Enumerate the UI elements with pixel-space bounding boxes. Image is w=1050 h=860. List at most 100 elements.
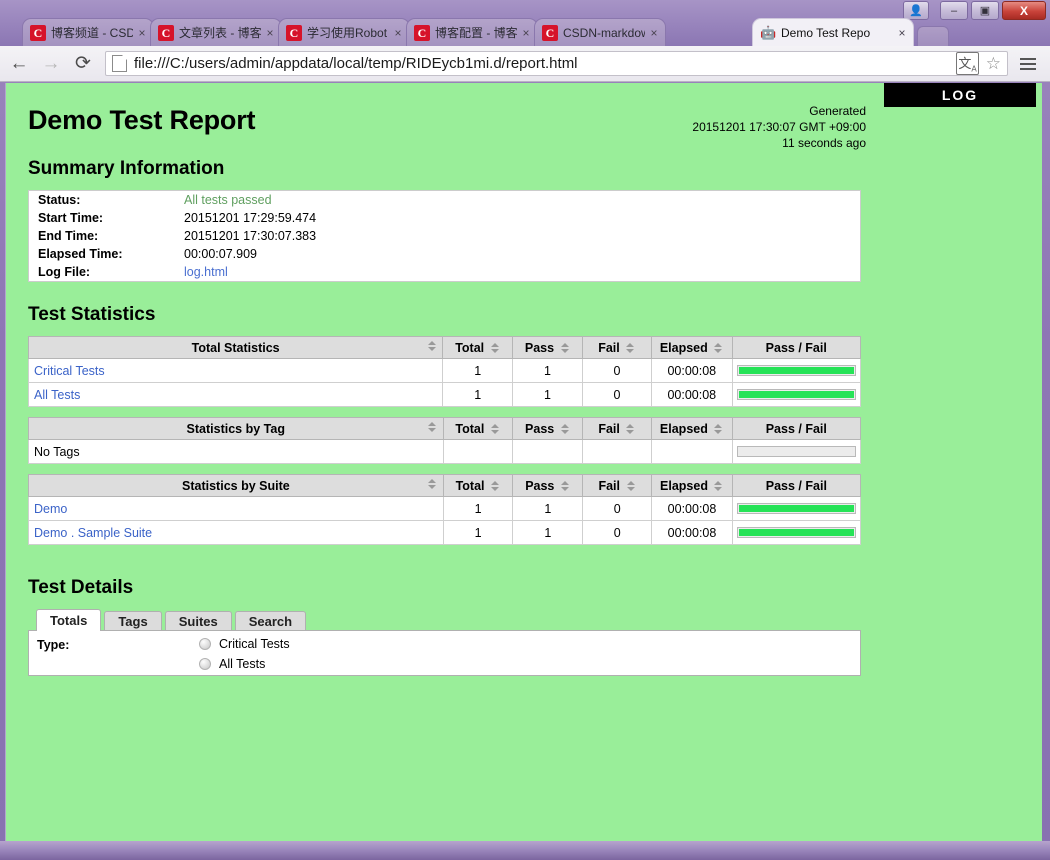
sort-arrows-icon[interactable] — [427, 479, 438, 489]
radio-option-all-tests[interactable]: All Tests — [199, 657, 265, 671]
browser-tab-0[interactable]: C 博客频道 - CSDN× — [22, 18, 154, 46]
column-header-fail[interactable]: Fail — [581, 336, 653, 359]
star-icon[interactable]: ☆ — [986, 54, 1001, 74]
stat-name-link[interactable]: Demo . Sample Suite — [34, 526, 152, 540]
close-button[interactable]: X — [1002, 1, 1046, 20]
sort-arrows-icon[interactable] — [559, 343, 570, 354]
details-tab-tags[interactable]: Tags — [104, 611, 162, 631]
tab-close-icon[interactable]: × — [519, 26, 533, 40]
csdn-favicon: C — [414, 24, 430, 41]
browser-window: C博客频道 - CSDN×C文章列表 - 博客频×C学习使用Robot F×C博… — [0, 0, 1050, 860]
statistics-table: Total Statistics Total Pass Fail Elapsed Pass… — [27, 336, 861, 407]
maximize-button[interactable]: ▣ — [971, 1, 999, 20]
column-header-pass[interactable]: Pass — [512, 417, 584, 440]
column-header-pass-label: Pass — [525, 421, 555, 436]
page-viewport: LOG Generated 20151201 17:30:07 GMT +09:… — [5, 83, 1042, 841]
forward-arrow-icon[interactable]: → — [38, 51, 64, 77]
stat-name-cell: No Tags — [28, 439, 444, 464]
column-header-name[interactable]: Total Statistics — [27, 336, 444, 359]
column-header-pass-label: Pass — [525, 478, 555, 493]
column-header-total[interactable]: Total — [442, 417, 514, 440]
column-header-fail[interactable]: Fail — [582, 417, 653, 440]
tab-close-icon[interactable]: × — [391, 26, 405, 40]
pass-fail-bar — [736, 389, 856, 400]
browser-tab-3[interactable]: C 博客配置 - 博客频× — [406, 18, 538, 46]
sort-arrows-icon[interactable] — [625, 343, 636, 354]
stat-name-cell[interactable]: Demo — [28, 496, 444, 521]
tab-close-icon[interactable]: × — [263, 26, 277, 40]
details-heading: Test Details — [28, 577, 134, 598]
stat-name-cell[interactable]: Demo . Sample Suite — [28, 520, 444, 545]
column-header-name[interactable]: Statistics by Tag — [28, 417, 444, 440]
column-header-elapsed-label: Elapsed — [659, 340, 708, 355]
column-header-elapsed[interactable]: Elapsed — [651, 474, 733, 497]
details-tab-panel: Type: Critical Tests All Tests — [28, 630, 861, 676]
back-arrow-icon[interactable]: ← — [6, 51, 32, 77]
details-tab-totals[interactable]: Totals — [36, 609, 102, 631]
stat-pass-cell: 1 — [512, 382, 583, 407]
stat-pass-cell: 1 — [512, 496, 584, 521]
sort-arrows-icon[interactable] — [426, 341, 437, 351]
browser-tab-5[interactable]: 🤖 Demo Test Repo × — [752, 18, 914, 46]
stat-name-link[interactable]: All Tests — [34, 388, 80, 402]
browser-tab-2[interactable]: C 学习使用Robot F × — [278, 18, 410, 46]
summary-key: End Time: — [38, 229, 99, 243]
table-header-row: Statistics by Suite Total Pass Fail Elapsed P… — [28, 474, 862, 497]
hamburger-menu-icon[interactable] — [1014, 51, 1042, 77]
column-header-elapsed[interactable]: Elapsed — [651, 417, 733, 440]
stat-name-link[interactable]: Critical Tests — [34, 364, 105, 378]
user-profile-icon[interactable]: 👤 — [903, 1, 929, 20]
stat-elapsed-cell: 00:00:08 — [651, 382, 733, 407]
column-header-total[interactable]: Total — [442, 336, 514, 359]
sort-arrows-icon[interactable] — [559, 481, 570, 492]
column-header-pass[interactable]: Pass — [512, 336, 583, 359]
stat-name-link[interactable]: Demo — [34, 502, 67, 516]
statistics-table: Statistics by Tag Total Pass Fail Elapsed Pas… — [28, 417, 862, 464]
stat-name-cell[interactable]: Critical Tests — [27, 358, 444, 383]
translate-icon[interactable]: 文A — [956, 52, 979, 75]
sort-arrows-icon[interactable] — [713, 424, 724, 435]
details-tab-search[interactable]: Search — [234, 611, 307, 631]
browser-tab-1[interactable]: C 文章列表 - 博客频× — [150, 18, 282, 46]
radio-button-all-tests[interactable] — [199, 658, 211, 670]
sort-arrows-icon[interactable] — [713, 481, 724, 492]
summary-heading: Summary Information — [28, 158, 225, 179]
robot-favicon: 🤖 — [760, 24, 777, 40]
browser-tab-4[interactable]: C CSDN-markdow × — [534, 18, 666, 46]
stat-elapsed-cell — [651, 439, 733, 464]
log-file-link[interactable]: log.html — [184, 265, 228, 279]
summary-value[interactable]: log.html — [178, 263, 861, 282]
radio-option-critical-tests[interactable]: Critical Tests — [199, 637, 290, 651]
summary-row: Elapsed Time: 00:00:07.909 — [29, 245, 861, 263]
sort-arrows-icon[interactable] — [559, 424, 570, 435]
details-tab-suites[interactable]: Suites — [164, 611, 232, 631]
tab-close-icon[interactable]: × — [647, 26, 661, 40]
generated-info: Generated 20151201 17:30:07 GMT +09:00 1… — [692, 103, 866, 151]
summary-row: Start Time: 20151201 17:29:59.474 — [29, 209, 861, 227]
column-header-elapsed[interactable]: Elapsed — [651, 336, 733, 359]
sort-arrows-icon[interactable] — [713, 343, 724, 354]
summary-value: 20151201 17:29:59.474 — [178, 209, 861, 227]
tab-close-icon[interactable]: × — [895, 26, 909, 40]
log-button[interactable]: LOG — [884, 83, 1036, 107]
new-tab-button[interactable] — [917, 26, 949, 47]
column-header-name[interactable]: Statistics by Suite — [28, 474, 444, 497]
column-header-pass[interactable]: Pass — [512, 474, 584, 497]
sort-arrows-icon[interactable] — [490, 481, 501, 492]
column-header-total[interactable]: Total — [442, 474, 514, 497]
reload-icon[interactable]: ⟳ — [70, 51, 96, 77]
stat-name-cell[interactable]: All Tests — [27, 382, 444, 407]
sort-arrows-icon[interactable] — [489, 343, 500, 354]
column-header-fail[interactable]: Fail — [582, 474, 653, 497]
radio-button-critical-tests[interactable] — [199, 638, 211, 650]
address-bar[interactable]: file:///C:/users/admin/appdata/local/tem… — [105, 51, 1008, 76]
sort-arrows-icon[interactable] — [625, 424, 636, 435]
browser-tab-title: 学习使用Robot F — [307, 26, 389, 40]
minimize-button[interactable]: – — [940, 1, 968, 20]
sort-arrows-icon[interactable] — [489, 424, 500, 435]
tab-close-icon[interactable]: × — [135, 26, 149, 40]
pass-fail-bar — [736, 503, 856, 514]
sort-arrows-icon[interactable] — [427, 422, 438, 432]
stat-pass-cell — [512, 439, 584, 464]
sort-arrows-icon[interactable] — [625, 481, 636, 492]
